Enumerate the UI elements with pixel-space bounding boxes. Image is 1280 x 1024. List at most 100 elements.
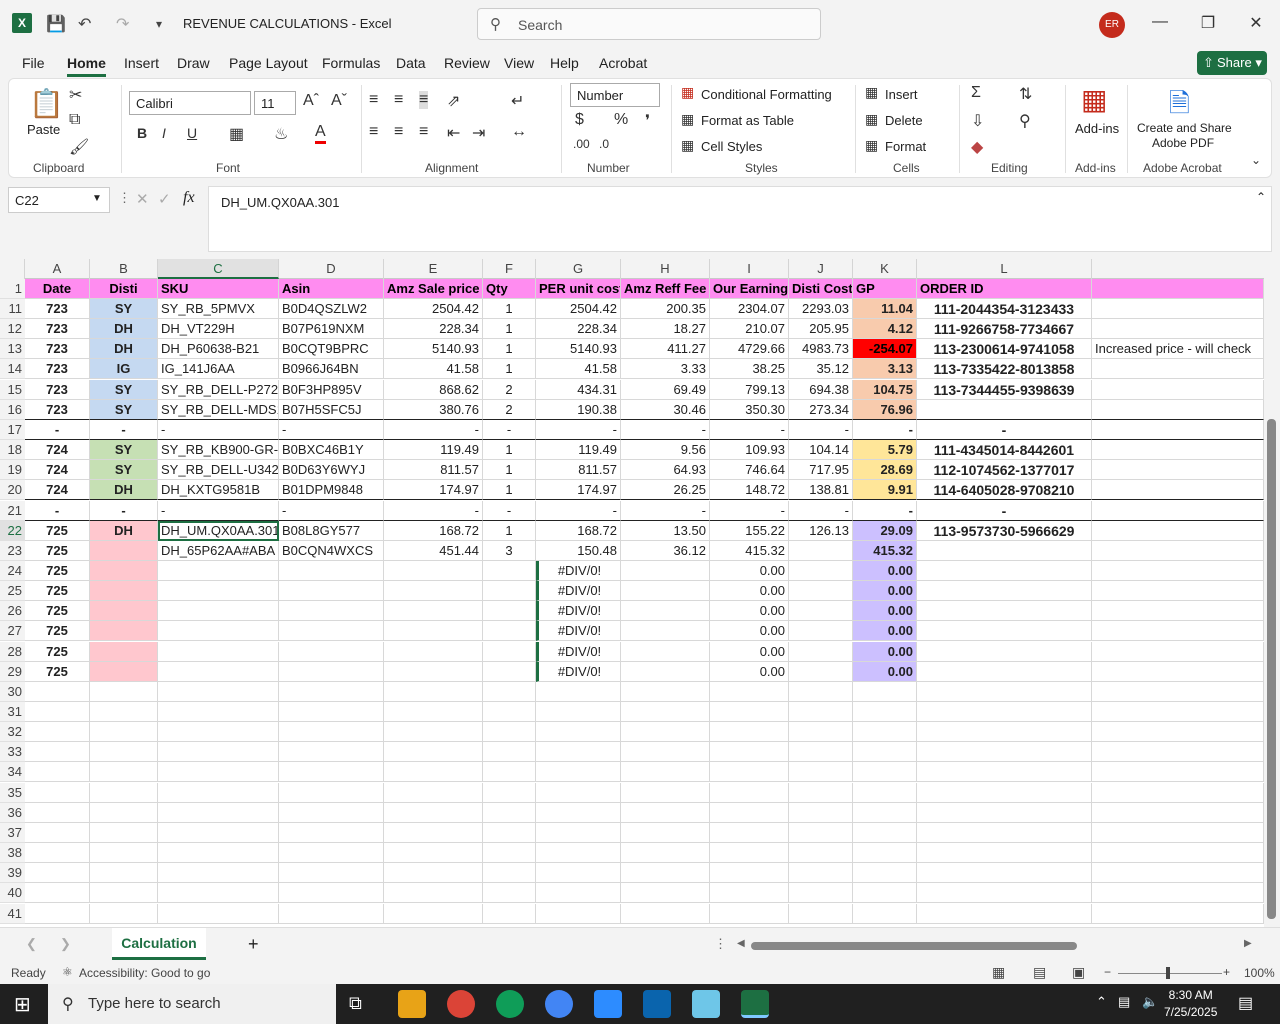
cell-reff-fee[interactable]: [621, 762, 710, 783]
cell-asin[interactable]: B0D4QSZLW2: [279, 299, 384, 319]
cell-date[interactable]: 725: [25, 520, 90, 541]
cell-note[interactable]: [1092, 399, 1264, 420]
cell-disti[interactable]: [90, 621, 158, 642]
cell-sale-price[interactable]: [384, 802, 483, 823]
row-header[interactable]: 32: [0, 722, 25, 743]
cell-sale-price[interactable]: [384, 560, 483, 581]
tab-insert[interactable]: Insert: [124, 55, 159, 71]
cell-sale-price[interactable]: [384, 722, 483, 743]
cell-date[interactable]: 725: [25, 581, 90, 602]
cell-order-id[interactable]: 111-2044354-3123433: [917, 299, 1092, 319]
cell-sale-price[interactable]: [384, 742, 483, 763]
cell-disti[interactable]: SY: [90, 379, 158, 400]
tab-acrobat[interactable]: Acrobat: [599, 55, 647, 71]
share-button[interactable]: ⇧ Share ▾: [1197, 51, 1267, 75]
cell-sale-price[interactable]: 451.44: [384, 540, 483, 561]
sort-filter-icon[interactable]: ⇅: [1019, 84, 1032, 104]
cell-gp[interactable]: 3.13: [853, 359, 917, 380]
tab-data[interactable]: Data: [396, 55, 426, 71]
cell-sku[interactable]: [158, 843, 279, 864]
cell-order-id[interactable]: 111-9266758-7734667: [917, 319, 1092, 340]
cell-disti[interactable]: [90, 641, 158, 662]
cell-earning[interactable]: [710, 681, 789, 702]
cell-disti-cost[interactable]: 273.34: [789, 399, 853, 420]
cell-date[interactable]: -: [25, 419, 90, 440]
row-header[interactable]: 33: [0, 742, 25, 763]
prev-sheet-icon[interactable]: ❮: [26, 936, 37, 952]
cell-date[interactable]: [25, 843, 90, 864]
cell-reff-fee[interactable]: 200.35: [621, 299, 710, 319]
cell-qty[interactable]: [483, 883, 536, 904]
cell-qty[interactable]: 3: [483, 540, 536, 561]
cell-asin[interactable]: [279, 601, 384, 622]
cell-unit-cost[interactable]: [536, 843, 621, 864]
row-header[interactable]: 27: [0, 621, 25, 642]
cell-gp[interactable]: 0.00: [853, 581, 917, 602]
cell-unit-cost[interactable]: #DIV/0!: [536, 621, 621, 642]
row-header[interactable]: 11: [0, 299, 25, 319]
cell-disti[interactable]: [90, 802, 158, 823]
excel-taskbar-icon[interactable]: [741, 990, 769, 1018]
row-header[interactable]: 21: [0, 500, 25, 521]
cell-asin[interactable]: Asin: [279, 279, 384, 299]
cell-disti-cost[interactable]: [789, 621, 853, 642]
col-header-i[interactable]: I: [710, 259, 789, 279]
col-header-g[interactable]: G: [536, 259, 621, 279]
cell-disti[interactable]: SY: [90, 399, 158, 420]
formula-input[interactable]: DH_UM.QX0AA.301: [208, 186, 1272, 252]
cell-asin[interactable]: B08L8GY577: [279, 520, 384, 541]
row-header[interactable]: 23: [0, 540, 25, 561]
cell-sale-price[interactable]: [384, 581, 483, 602]
cell-gp[interactable]: 0.00: [853, 641, 917, 662]
cell-note[interactable]: [1092, 742, 1264, 763]
decrease-font-icon[interactable]: Aˇ: [331, 92, 347, 110]
cell-qty[interactable]: 1: [483, 359, 536, 380]
cell-asin[interactable]: B07H5SFC5J: [279, 399, 384, 420]
cell-order-id[interactable]: [917, 601, 1092, 622]
cell-date[interactable]: 723: [25, 339, 90, 360]
italic-icon[interactable]: I: [162, 125, 166, 141]
cell-sku[interactable]: [158, 702, 279, 722]
cell-disti[interactable]: [90, 581, 158, 602]
cell-sku[interactable]: [158, 822, 279, 843]
cell-asin[interactable]: B0BXC46B1Y: [279, 440, 384, 461]
cell-sale-price[interactable]: 119.49: [384, 440, 483, 461]
paste-icon[interactable]: 📋: [29, 87, 64, 120]
cancel-icon[interactable]: ✕: [136, 190, 149, 208]
cell-qty[interactable]: 2: [483, 379, 536, 400]
cell-disti-cost[interactable]: [789, 802, 853, 823]
cell-asin[interactable]: [279, 621, 384, 642]
cell-note[interactable]: [1092, 782, 1264, 803]
paste-button[interactable]: Paste: [27, 122, 60, 137]
cell-disti-cost[interactable]: 4983.73: [789, 339, 853, 360]
cell-sale-price[interactable]: 228.34: [384, 319, 483, 340]
cell-date[interactable]: 723: [25, 319, 90, 340]
cell-reff-fee[interactable]: [621, 702, 710, 722]
cell-gp[interactable]: 0.00: [853, 560, 917, 581]
cell-qty[interactable]: [483, 661, 536, 682]
currency-icon[interactable]: $: [575, 111, 584, 129]
undo-icon[interactable]: ↶: [78, 14, 91, 34]
row-header[interactable]: 25: [0, 581, 25, 602]
cell-note[interactable]: [1092, 440, 1264, 461]
scroll-left-icon[interactable]: ◀: [737, 938, 745, 949]
zoom-in-icon[interactable]: +: [1223, 965, 1230, 979]
cell-note[interactable]: [1092, 560, 1264, 581]
cell-reff-fee[interactable]: 26.25: [621, 480, 710, 501]
cell-earning[interactable]: [710, 782, 789, 803]
cell-disti[interactable]: [90, 661, 158, 682]
cell-sale-price[interactable]: 168.72: [384, 520, 483, 541]
format-painter-icon[interactable]: 🖌: [69, 137, 89, 157]
cell-gp[interactable]: 28.69: [853, 460, 917, 481]
cell-asin[interactable]: [279, 843, 384, 864]
tab-draw[interactable]: Draw: [177, 55, 210, 71]
cell-reff-fee[interactable]: [621, 661, 710, 682]
cell-unit-cost[interactable]: 190.38: [536, 399, 621, 420]
cell-date[interactable]: [25, 702, 90, 722]
chrome-icon[interactable]: [447, 990, 475, 1018]
cell-sku[interactable]: [158, 581, 279, 602]
save-icon[interactable]: 💾: [46, 14, 66, 34]
cell-date[interactable]: [25, 742, 90, 763]
cell-gp[interactable]: [853, 722, 917, 743]
cell-order-id[interactable]: [917, 863, 1092, 884]
